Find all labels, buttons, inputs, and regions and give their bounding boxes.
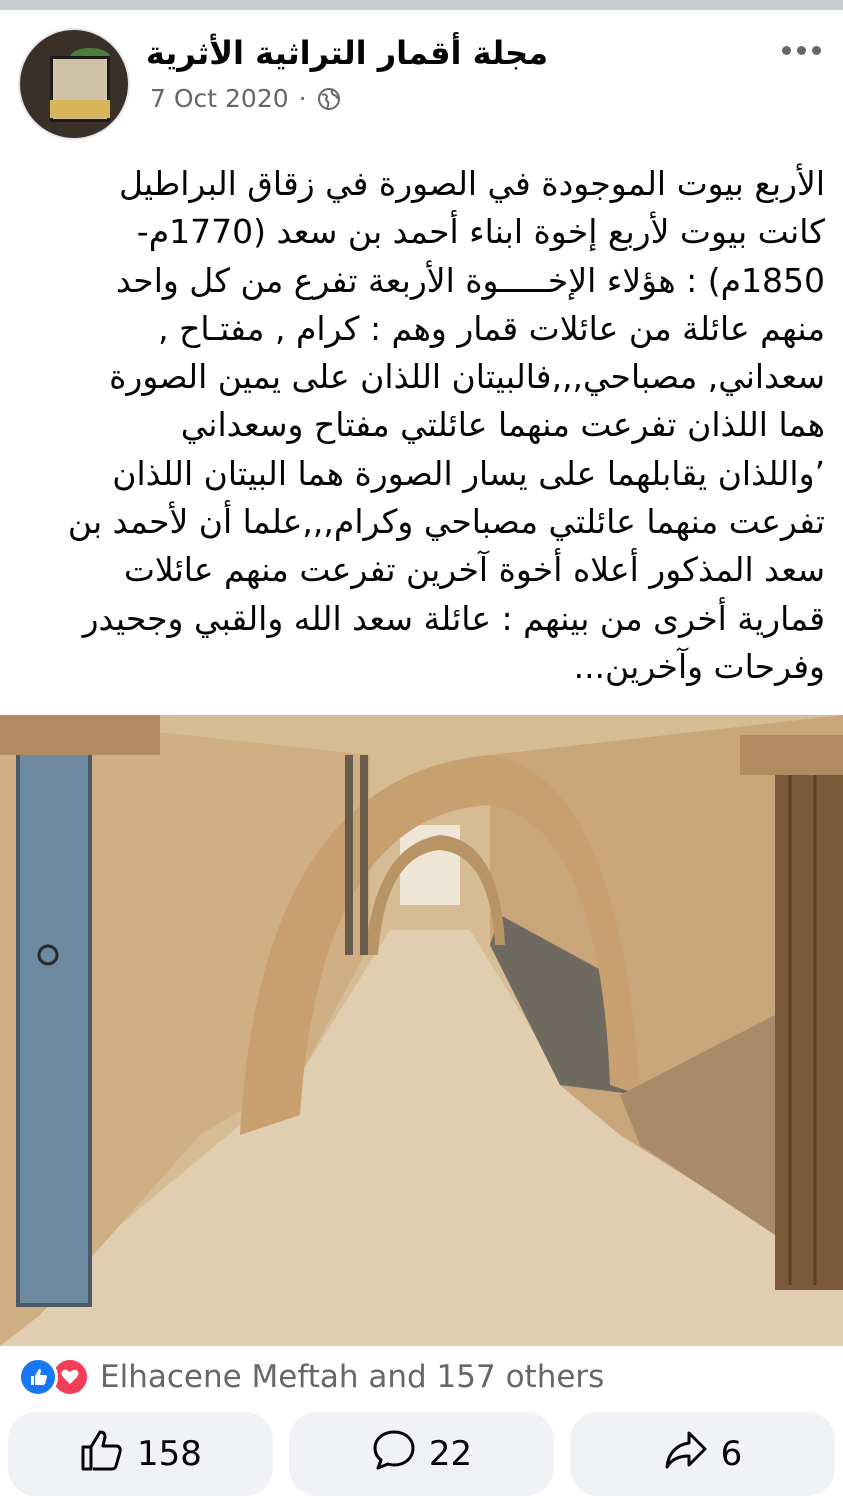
page-avatar[interactable] [20, 30, 128, 138]
globe-icon [317, 87, 341, 111]
post-text-line: وفرحات وآخرين... [573, 646, 825, 686]
post-photo[interactable] [0, 715, 843, 1346]
comment-icon [371, 1427, 417, 1482]
reactions-text[interactable]: Elhacene Meftah and 157 others [100, 1359, 604, 1395]
like-count: 158 [137, 1434, 202, 1474]
post-text: الأربع بيوت الموجودة في الصورة في زقاق ا… [20, 160, 825, 691]
meta-separator: · [298, 84, 307, 113]
post-text-line: سعداني, مصباحي,,,فالبيتان اللذان على يمي… [109, 357, 825, 397]
like-icon [18, 1357, 58, 1397]
post-text-line: 1850م) : هؤلاء الإخـــــوة الأربعة تفرع … [115, 260, 825, 300]
share-count: 6 [720, 1434, 743, 1474]
like-button[interactable]: 158 [8, 1412, 273, 1496]
post-text-line: تفرعت منهما عائلتي مصباحي وكرام,,,علما أ… [67, 502, 825, 542]
post-text-line: منهم عائلة من عائلات قمار وهم : كرام , م… [158, 308, 825, 348]
post-text-line: سعد المذكور أعلاه أخوة آخرين تفرعت منهم … [123, 550, 825, 590]
comment-count: 22 [428, 1434, 473, 1474]
post-date[interactable]: 7 Oct 2020 [150, 84, 289, 113]
share-icon [663, 1427, 709, 1482]
post-text-line: كانت بيوت لأربع إخوة ابناء أحمد بن سعد (… [136, 212, 825, 252]
post-meta: 7 Oct 2020 · [150, 84, 341, 113]
top-status-strip [0, 0, 843, 10]
thumbs-up-icon [79, 1427, 125, 1482]
avatar-ground [50, 100, 110, 118]
page-name-link[interactable]: مجلة أقمار التراثية الأثرية [146, 34, 548, 72]
post-text-line: ’واللذان يقابلهما على يسار الصورة هما ال… [112, 453, 825, 493]
post-text-line: هما اللذان تفرعت منهما عائلتي مفتاح وسعد… [180, 405, 825, 445]
post-text-line: قمارية أخرى من بينهم : عائلة سعد الله وا… [82, 598, 825, 638]
reactions-summary[interactable]: Elhacene Meftah and 157 others [18, 1355, 604, 1399]
comment-button[interactable]: 22 [289, 1412, 554, 1496]
post-text-line: الأربع بيوت الموجودة في الصورة في زقاق ا… [119, 164, 825, 203]
share-button[interactable]: 6 [570, 1412, 835, 1496]
more-options-icon[interactable] [782, 46, 821, 55]
